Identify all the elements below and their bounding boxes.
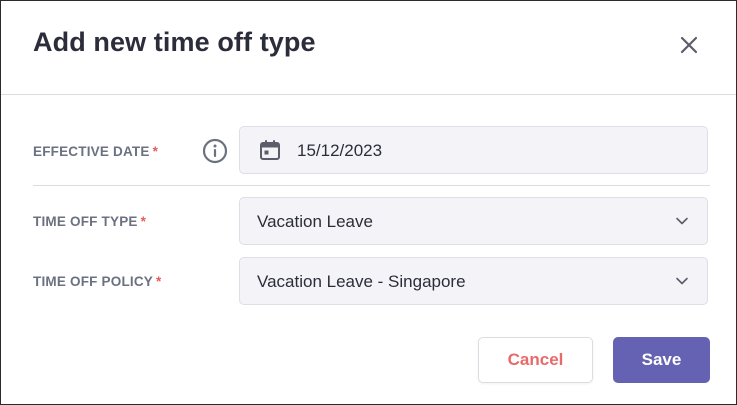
effective-date-field[interactable]: 15/12/2023 bbox=[239, 126, 708, 174]
divider bbox=[33, 185, 710, 186]
time-off-type-value: Vacation Leave bbox=[257, 212, 373, 231]
time-off-type-label: TIME OFF TYPE * bbox=[33, 214, 146, 229]
required-mark: * bbox=[152, 144, 159, 159]
dialog-header: Add new time off type bbox=[1, 1, 736, 95]
required-mark: * bbox=[156, 274, 162, 289]
info-icon[interactable] bbox=[202, 138, 228, 164]
time-off-type-select[interactable]: Vacation Leave bbox=[239, 197, 708, 245]
chevron-down-icon bbox=[676, 217, 688, 225]
cancel-button[interactable]: Cancel bbox=[478, 337, 593, 383]
effective-date-value: 15/12/2023 bbox=[297, 141, 383, 160]
required-mark: * bbox=[140, 214, 147, 229]
add-time-off-type-dialog: Add new time off type EFFECTIVE DATE * 15… bbox=[0, 0, 737, 405]
effective-date-label-text: EFFECTIVE DATE bbox=[33, 144, 150, 159]
calendar-icon bbox=[260, 140, 280, 160]
close-icon bbox=[680, 36, 698, 54]
time-off-type-label-text: TIME OFF TYPE bbox=[33, 214, 138, 229]
time-off-policy-select[interactable]: Vacation Leave - Singapore bbox=[239, 257, 708, 305]
dialog-title: Add new time off type bbox=[33, 27, 316, 57]
time-off-policy-value: Vacation Leave - Singapore bbox=[257, 272, 466, 291]
save-button[interactable]: Save bbox=[613, 337, 710, 383]
close-button[interactable] bbox=[675, 31, 703, 59]
chevron-down-icon bbox=[676, 277, 688, 285]
time-off-policy-label: TIME OFF POLICY * bbox=[33, 274, 161, 289]
time-off-policy-label-text: TIME OFF POLICY bbox=[33, 274, 153, 289]
effective-date-label: EFFECTIVE DATE * bbox=[33, 144, 158, 159]
